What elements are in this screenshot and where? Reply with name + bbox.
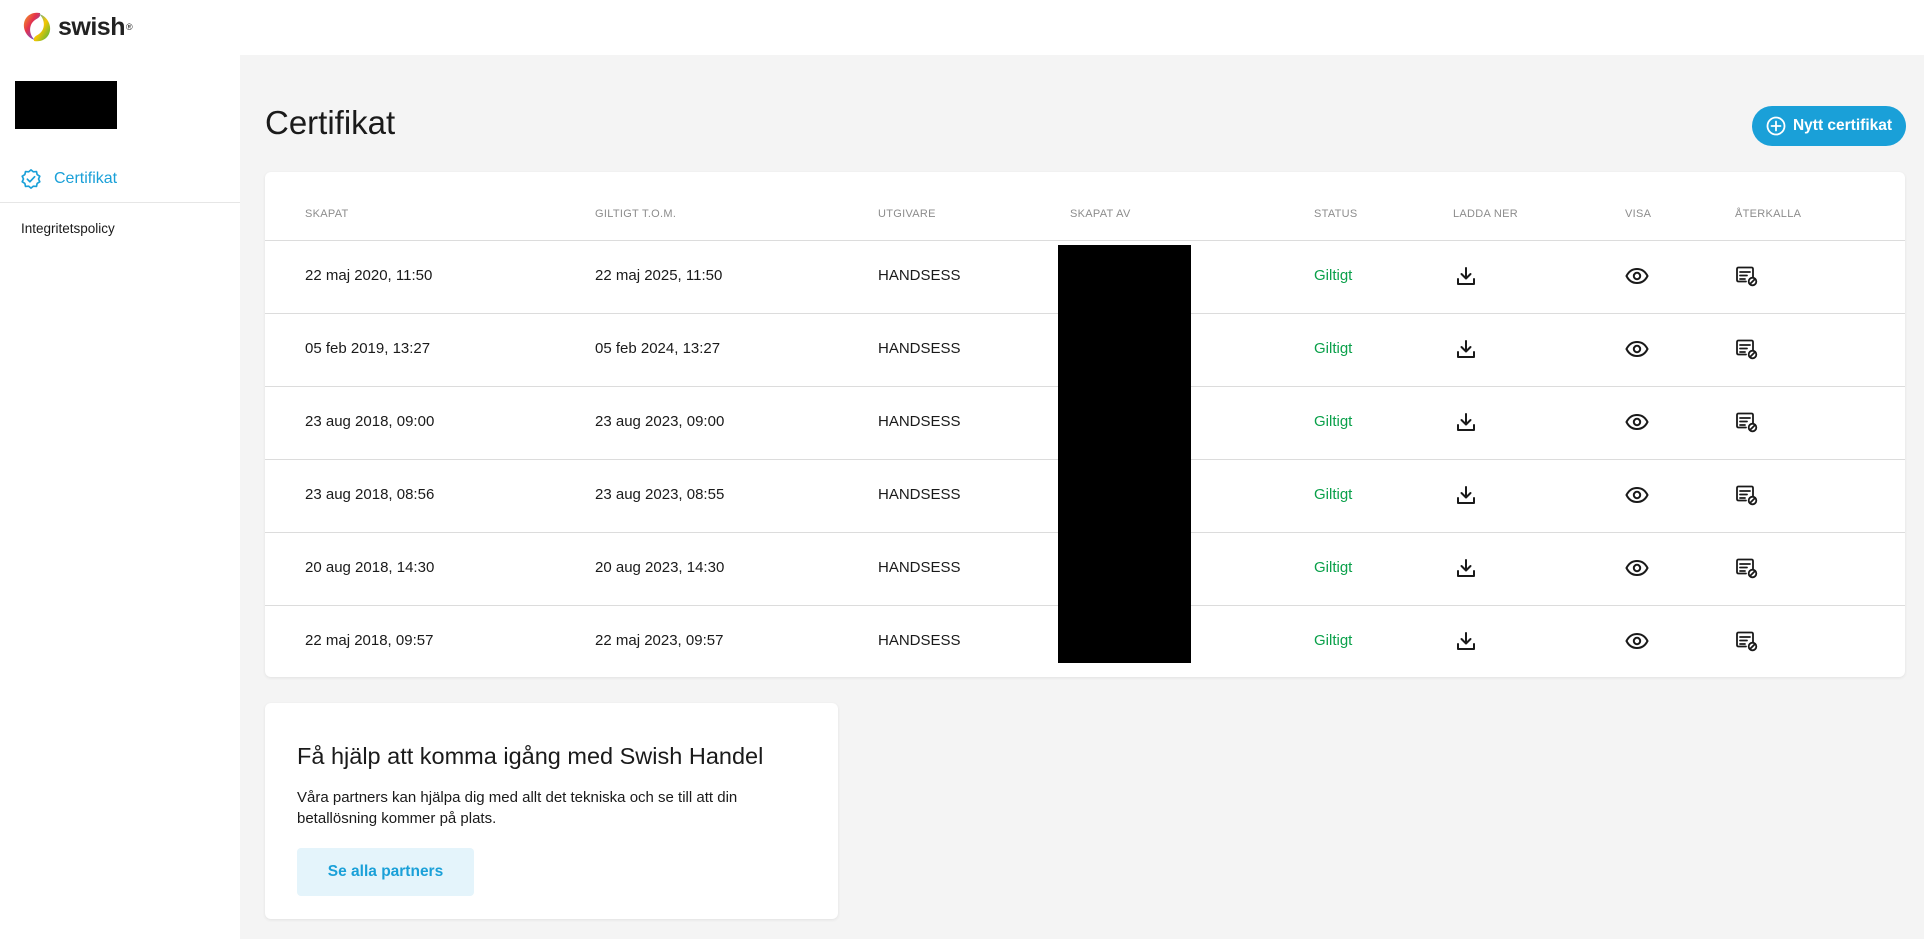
eye-icon[interactable] (1625, 556, 1649, 580)
cell-issuer: HANDSESS (878, 486, 961, 503)
cell-valid-until: 22 maj 2025, 11:50 (595, 267, 723, 284)
cell-created: 05 feb 2019, 13:27 (305, 340, 431, 357)
help-title: Få hjälp att komma igång med Swish Hande… (297, 743, 764, 769)
revoke-certificate-icon[interactable] (1735, 556, 1759, 580)
cell-valid-until: 22 maj 2023, 09:57 (595, 632, 724, 649)
header-status: STATUS (1314, 208, 1358, 220)
eye-icon[interactable] (1625, 410, 1649, 434)
cell-created: 22 maj 2018, 09:57 (305, 632, 434, 649)
header-created: SKAPAT (305, 208, 349, 220)
cell-issuer: HANDSESS (878, 413, 961, 430)
download-icon[interactable] (1454, 410, 1478, 434)
swish-logo[interactable]: swish ® (20, 10, 133, 44)
cell-status: Giltigt (1314, 632, 1353, 649)
eye-icon[interactable] (1625, 337, 1649, 361)
cell-valid-until: 23 aug 2023, 08:55 (595, 486, 725, 503)
swish-logo-icon (23, 12, 51, 42)
table-header: SKAPAT GILTIGT T.O.M. UTGIVARE SKAPAT AV… (265, 172, 1905, 241)
redacted-created-by-column (1058, 245, 1191, 663)
revoke-certificate-icon[interactable] (1735, 629, 1759, 653)
cell-status: Giltigt (1314, 486, 1353, 503)
cell-issuer: HANDSESS (878, 340, 961, 357)
header-revoke: ÅTERKALLA (1735, 208, 1802, 220)
help-text: Våra partners kan hjälpa dig med allt de… (297, 789, 738, 827)
sidebar: Certifikat Integritetspolicy (0, 55, 240, 939)
cell-issuer: HANDSESS (878, 632, 961, 649)
brand-name: swish (58, 12, 125, 41)
cell-created: 23 aug 2018, 08:56 (305, 486, 435, 503)
header-created-by: SKAPAT AV (1070, 208, 1131, 220)
badge-check-icon (21, 168, 41, 189)
new-certificate-button[interactable]: Nytt certifikat (1752, 106, 1906, 146)
cell-created: 22 maj 2020, 11:50 (305, 267, 433, 284)
download-icon[interactable] (1454, 483, 1478, 507)
header-issuer: UTGIVARE (878, 208, 936, 220)
revoke-certificate-icon[interactable] (1735, 410, 1759, 434)
eye-icon[interactable] (1625, 483, 1649, 507)
cell-status: Giltigt (1314, 267, 1353, 284)
privacy-policy-link[interactable]: Integritetspolicy (21, 221, 115, 236)
header-valid-until: GILTIGT T.O.M. (595, 208, 677, 220)
download-icon[interactable] (1454, 556, 1478, 580)
cell-status: Giltigt (1314, 559, 1353, 576)
plus-circle-icon (1766, 116, 1786, 136)
cell-valid-until: 23 aug 2023, 09:00 (595, 413, 725, 430)
cell-issuer: HANDSESS (878, 559, 961, 576)
revoke-certificate-icon[interactable] (1735, 264, 1759, 288)
cell-issuer: HANDSESS (878, 267, 961, 284)
cell-valid-until: 05 feb 2024, 13:27 (595, 340, 721, 357)
revoke-certificate-icon[interactable] (1735, 337, 1759, 361)
cell-valid-until: 20 aug 2023, 14:30 (595, 559, 725, 576)
registered-mark: ® (125, 22, 133, 32)
help-card: Få hjälp att komma igång med Swish Hande… (265, 703, 838, 919)
cell-created: 20 aug 2018, 14:30 (305, 559, 435, 576)
cell-created: 23 aug 2018, 09:00 (305, 413, 435, 430)
download-icon[interactable] (1454, 264, 1478, 288)
top-bar: swish ® (0, 0, 1924, 55)
redacted-account-name (15, 81, 117, 129)
eye-icon[interactable] (1625, 629, 1649, 653)
cell-status: Giltigt (1314, 413, 1353, 430)
cell-status: Giltigt (1314, 340, 1353, 357)
header-download: LADDA NER (1453, 208, 1519, 220)
certificates-table: SKAPAT GILTIGT T.O.M. UTGIVARE SKAPAT AV… (265, 172, 1905, 677)
eye-icon[interactable] (1625, 264, 1649, 288)
download-icon[interactable] (1454, 629, 1478, 653)
sidebar-item-label: Certifikat (54, 169, 118, 187)
header-view: VISA (1625, 208, 1652, 220)
sidebar-item-certifikat[interactable]: Certifikat (0, 155, 240, 203)
page-title: Certifikat (265, 104, 396, 141)
download-icon[interactable] (1454, 337, 1478, 361)
new-certificate-label: Nytt certifikat (1792, 117, 1893, 134)
revoke-certificate-icon[interactable] (1735, 483, 1759, 507)
see-all-partners-button[interactable]: Se alla partners (297, 848, 474, 896)
